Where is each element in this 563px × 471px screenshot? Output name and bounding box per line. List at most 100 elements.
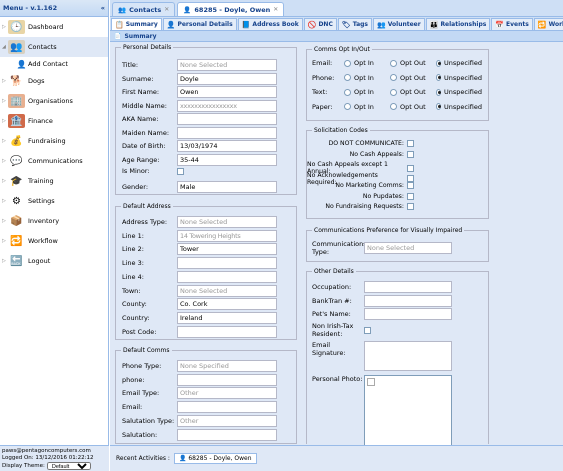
- radio-opt-out[interactable]: [390, 88, 397, 96]
- line-2-input[interactable]: Tower: [177, 243, 277, 256]
- sidebar-item-add-contact[interactable]: 👤 Add Contact: [0, 57, 108, 71]
- salutation-type-input[interactable]: Other: [177, 414, 277, 427]
- title-input[interactable]: None Selected: [177, 59, 277, 71]
- sidebar-item-training[interactable]: ▷ 🎓 Training: [0, 171, 108, 191]
- address-type-input[interactable]: None Selected: [177, 216, 277, 228]
- line-1-input[interactable]: 14 Towering Heights: [177, 229, 277, 242]
- first-name-input[interactable]: Owen: [177, 86, 277, 98]
- town-input[interactable]: None Selected: [177, 284, 277, 297]
- radio-group[interactable]: Opt In: [344, 74, 390, 82]
- close-icon[interactable]: ✕: [273, 6, 278, 13]
- solicitation-checkbox[interactable]: [407, 203, 414, 210]
- line-1-label: Line 1:: [122, 231, 144, 240]
- field-row: Salutation Type: Other: [122, 414, 277, 427]
- maiden-name-input[interactable]: [177, 126, 277, 139]
- radio-group[interactable]: Opt In: [344, 88, 390, 96]
- phone-type-input[interactable]: None Specified: [177, 360, 277, 372]
- tab-address-book[interactable]: 📘 Address Book: [237, 18, 303, 30]
- tax-resident-checkbox[interactable]: [364, 326, 371, 334]
- sidebar-item-communications[interactable]: ▷ 💬 Communications: [0, 151, 108, 171]
- salutation-input[interactable]: [177, 428, 277, 441]
- age-range-input[interactable]: 35-44: [177, 153, 277, 166]
- solicitation-checkbox[interactable]: [407, 192, 414, 200]
- radio-group[interactable]: Opt In: [344, 59, 390, 67]
- email-input[interactable]: [177, 401, 277, 414]
- is-minor-checkbox[interactable]: [177, 167, 184, 175]
- comms-type-select[interactable]: None Selected: [364, 242, 452, 254]
- sidebar-item-fundraising[interactable]: ▷ 💰 Fundraising: [0, 131, 108, 151]
- personal-photo-label: Personal Photo:: [312, 375, 363, 383]
- country-input[interactable]: Ireland: [177, 311, 277, 324]
- email-type-input[interactable]: Other: [177, 387, 277, 400]
- radio-group[interactable]: Opt Out: [390, 59, 436, 67]
- fundraising-icon: 💰: [8, 134, 25, 148]
- date-of-birth-input[interactable]: 13/03/1974: [177, 140, 277, 152]
- radio-opt-out[interactable]: [390, 59, 397, 67]
- surname-input[interactable]: Doyle: [177, 72, 277, 85]
- tab-contact-record[interactable]: 👤 68285 - Doyle, Owen ✕: [177, 2, 285, 16]
- radio-unspecified[interactable]: [436, 103, 441, 110]
- tab-tags[interactable]: 🏷 Tags: [337, 18, 372, 30]
- radio-opt-in[interactable]: [344, 88, 351, 96]
- sidebar-item-organisations[interactable]: ▷ 🏢 Organisations: [0, 91, 108, 111]
- radio-unspecified[interactable]: [436, 74, 441, 81]
- radio-unspecified[interactable]: [436, 59, 441, 67]
- radio-group[interactable]: Unspecified: [436, 59, 482, 67]
- radio-opt-in[interactable]: [344, 74, 351, 81]
- radio-group[interactable]: Opt Out: [390, 103, 436, 111]
- tab-workflows[interactable]: 🔁Workflows: [533, 18, 563, 30]
- solicitation-checkbox[interactable]: [407, 150, 414, 158]
- tab-label: 68285 - Doyle, Owen: [194, 5, 271, 14]
- tab-dnc[interactable]: 🚫 DNC: [303, 18, 337, 30]
- tab-personal-details[interactable]: 👤 Personal Details: [162, 18, 237, 30]
- tab-contacts[interactable]: 👥 Contacts ✕: [112, 2, 176, 16]
- sidebar-item-workflow[interactable]: ▷ 🔁 Workflow: [0, 231, 108, 251]
- tab-summary[interactable]: 📋 Summary: [111, 18, 162, 30]
- county-input[interactable]: Co. Cork: [177, 298, 277, 311]
- radio-opt-in[interactable]: [344, 103, 351, 110]
- line-3-input[interactable]: [177, 257, 277, 270]
- post-code-input[interactable]: [177, 325, 277, 338]
- radio-group[interactable]: Opt In: [344, 103, 390, 111]
- tab-relationships[interactable]: 👪 Relationships: [425, 18, 491, 30]
- solicitation-checkbox[interactable]: [407, 164, 414, 172]
- sidebar-item-dogs[interactable]: ▷ 🐕 Dogs: [0, 71, 108, 91]
- solicitation-checkbox[interactable]: [407, 182, 414, 189]
- radio-group[interactable]: Unspecified: [436, 88, 482, 96]
- occupation-input[interactable]: [364, 281, 452, 293]
- sidebar-item-logout[interactable]: ▷ 🔙 Logout: [0, 251, 108, 271]
- phone-input[interactable]: [177, 373, 277, 386]
- line-4-input[interactable]: [177, 270, 277, 283]
- tab-events[interactable]: 📅 Events: [491, 18, 533, 30]
- pets-name-input[interactable]: [364, 308, 452, 320]
- solicitation-checkbox[interactable]: [407, 140, 414, 147]
- sidebar-item-contacts[interactable]: ◢ 👥 Contacts: [0, 37, 108, 57]
- solicitation-checkbox[interactable]: [407, 175, 414, 182]
- sidebar-item-label: Dogs: [28, 77, 45, 85]
- radio-group[interactable]: Unspecified: [436, 103, 482, 111]
- radio-group[interactable]: Opt Out: [390, 74, 436, 82]
- radio-group[interactable]: Unspecified: [436, 74, 482, 82]
- middle-name-input[interactable]: xxxxxxxxxxxxxxxx: [177, 99, 277, 112]
- radio-group[interactable]: Opt Out: [390, 88, 436, 96]
- gender-input[interactable]: Male: [177, 180, 277, 193]
- personal-photo[interactable]: [364, 375, 452, 447]
- email-signature-textarea[interactable]: [364, 341, 452, 371]
- radio-opt-in[interactable]: [344, 59, 351, 67]
- collapse-icon[interactable]: «: [101, 4, 105, 12]
- tab-volunteer[interactable]: 👥 Volunteer: [372, 18, 425, 30]
- sidebar-item-finance[interactable]: ▷ 🏦 Finance: [0, 111, 108, 131]
- banktran-input[interactable]: [364, 294, 452, 307]
- radio-opt-out[interactable]: [390, 103, 397, 110]
- radio-opt-out[interactable]: [390, 74, 397, 81]
- recent-activity-item[interactable]: 👤 68285 - Doyle, Owen: [173, 453, 257, 464]
- sidebar-item-dashboard[interactable]: ▷ 🕒 Dashboard: [0, 17, 108, 37]
- theme-select[interactable]: Default: [46, 462, 91, 470]
- aka-name-input[interactable]: [177, 113, 277, 125]
- radio-unspecified[interactable]: [436, 88, 441, 96]
- sidebar-item-label: Organisations: [28, 97, 73, 105]
- sidebar-item-inventory[interactable]: ▷ 📦 Inventory: [0, 211, 108, 231]
- close-icon[interactable]: ✕: [164, 6, 169, 13]
- sidebar-item-label: Inventory: [28, 217, 60, 225]
- sidebar-item-settings[interactable]: ▷ ⚙ Settings: [0, 191, 108, 211]
